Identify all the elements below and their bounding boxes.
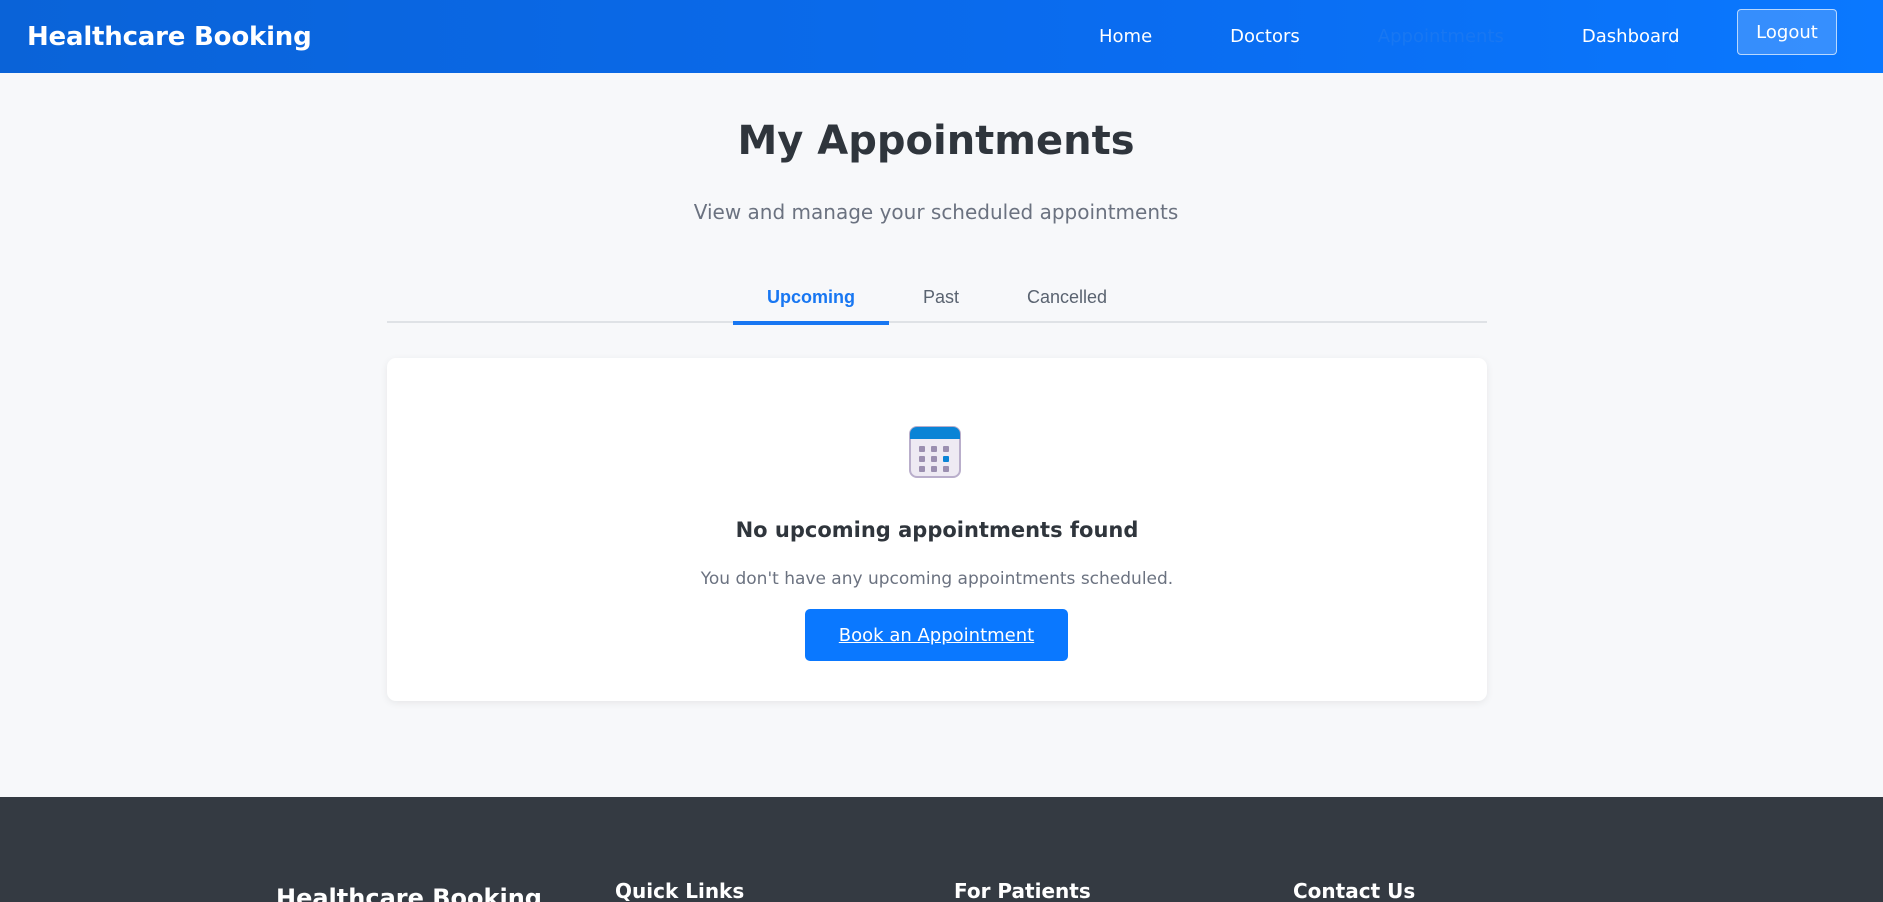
page-title: My Appointments xyxy=(737,118,1135,164)
nav-link-appointments[interactable]: Appointments xyxy=(1339,0,1543,73)
appointment-tabs: Upcoming Past Cancelled xyxy=(387,272,1487,325)
footer-brand: Healthcare Booking xyxy=(276,884,542,902)
calendar-icon xyxy=(909,426,961,478)
footer-heading-quick-links: Quick Links xyxy=(615,879,745,902)
book-appointment-button[interactable]: Book an Appointment xyxy=(805,609,1068,661)
tab-past[interactable]: Past xyxy=(889,272,993,323)
empty-state-title: No upcoming appointments found xyxy=(735,518,1139,542)
navbar: Healthcare Booking Home Doctors Appointm… xyxy=(0,0,1883,73)
nav-links: Home Doctors Appointments Dashboard xyxy=(1060,0,1719,73)
footer-heading-contact-us: Contact Us xyxy=(1293,879,1416,902)
nav-link-doctors[interactable]: Doctors xyxy=(1191,0,1339,73)
empty-state-card: No upcoming appointments found You don't… xyxy=(387,358,1487,701)
tab-upcoming[interactable]: Upcoming xyxy=(732,272,889,325)
logout-button[interactable]: Logout xyxy=(1737,9,1837,55)
brand-logo[interactable]: Healthcare Booking xyxy=(27,0,312,73)
page-subtitle: View and manage your scheduled appointme… xyxy=(693,200,1179,224)
nav-link-dashboard[interactable]: Dashboard xyxy=(1543,0,1719,73)
tab-cancelled[interactable]: Cancelled xyxy=(993,272,1141,323)
footer-heading-for-patients: For Patients xyxy=(954,879,1091,902)
empty-state-text: You don't have any upcoming appointments… xyxy=(700,569,1174,589)
nav-link-home[interactable]: Home xyxy=(1060,0,1191,73)
